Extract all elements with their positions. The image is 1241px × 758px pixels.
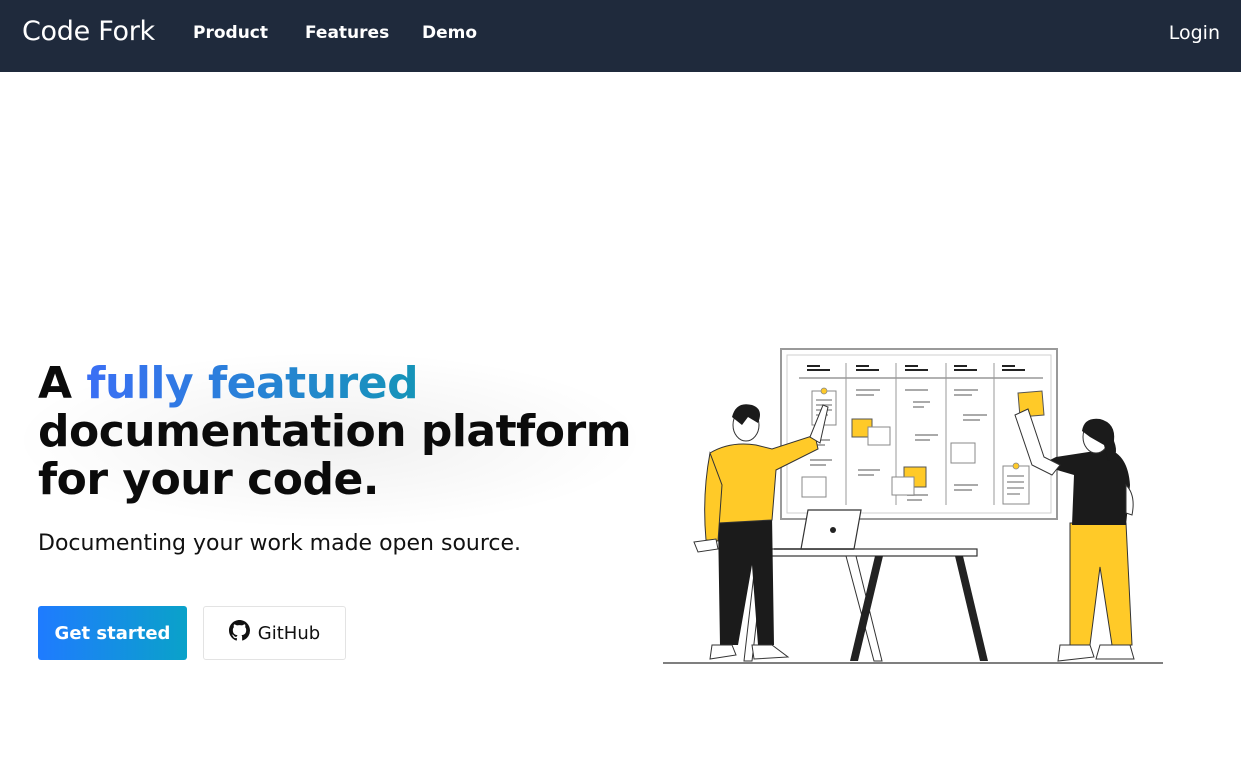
hero-title-prefix: A xyxy=(38,358,87,409)
github-icon xyxy=(228,620,250,646)
navbar: Code Fork Product Features Demo Login xyxy=(0,0,1241,72)
nav-link-features[interactable]: Features xyxy=(305,23,389,43)
github-button[interactable]: GitHub xyxy=(203,606,346,660)
nav-link-demo[interactable]: Demo xyxy=(422,23,477,43)
hero-title-line3: for your code. xyxy=(38,454,380,505)
brand-logo[interactable]: Code Fork xyxy=(22,16,155,47)
hero-subtitle: Documenting your work made open source. xyxy=(38,531,522,556)
team-board-illustration xyxy=(663,348,1163,664)
get-started-button[interactable]: Get started xyxy=(38,606,187,660)
github-button-label: GitHub xyxy=(257,622,321,644)
hero-title: A fully featured documentation platform … xyxy=(38,360,638,504)
nav-link-product[interactable]: Product xyxy=(193,23,268,43)
login-link[interactable]: Login xyxy=(1169,22,1220,44)
hero-title-accent: fully featured xyxy=(86,358,419,409)
hero-title-line2: documentation platform xyxy=(38,406,632,457)
